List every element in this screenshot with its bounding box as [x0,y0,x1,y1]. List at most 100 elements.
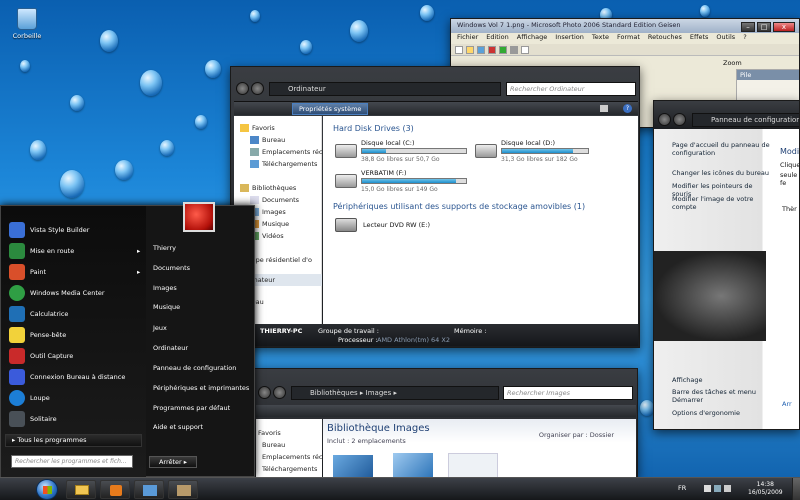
zoom-control[interactable]: Zoom [723,59,742,67]
menu-texte[interactable]: Texte [592,33,609,44]
sm-calculator[interactable]: Calculatrice [9,306,68,322]
back-button[interactable] [236,82,249,95]
sm-right-control-panel[interactable]: Panneau de configuration [153,364,236,372]
sm-right-help[interactable]: Aide et support [153,423,203,431]
back-button[interactable] [258,386,271,399]
folder-thumbnail[interactable] [448,453,498,477]
nav-favorites[interactable]: Favoris [240,124,275,132]
sm-media-center[interactable]: Windows Media Center [9,285,105,301]
hdd-group-header[interactable]: Hard Disk Drives (3) [333,124,414,133]
menu-affichage[interactable]: Affichage [517,33,548,44]
drive-d[interactable]: Disque local (D:) 31,3 Go libres sur 182… [475,138,615,164]
nav-downloads-label: Téléchargements [262,160,318,168]
dvd-drive[interactable]: Lecteur DVD RW (E:) [335,216,455,236]
cp-see-taskbar[interactable]: Barre des tâches et menu Démarrer [672,388,762,404]
cp-see-ease[interactable]: Options d'ergonomie [672,409,740,417]
nav-videos[interactable]: Vidéos [250,232,284,240]
recent-places-icon [250,148,259,156]
sm-right-music[interactable]: Musique [153,303,180,311]
sm-vista-style-builder[interactable]: Vista Style Builder [9,222,89,238]
view-icon[interactable] [600,105,608,112]
shutdown-button[interactable]: Arrêter ▸ [149,456,197,468]
library-include[interactable]: Inclut : 2 emplacements [327,437,406,445]
chevron-right-icon: ▸ [12,436,16,444]
control-panel-window[interactable]: Panneau de configuration Page d'accueil … [653,100,800,430]
recycle-bin-icon[interactable]: Corbeille [12,8,42,40]
nav-desktop[interactable]: Bureau [250,136,285,144]
maximize-button[interactable]: □ [757,22,771,32]
menu-effets[interactable]: Effets [690,33,709,44]
search-input[interactable]: Rechercher Images [503,386,633,400]
start-search-input[interactable]: Rechercher les programmes et fich... [11,455,133,468]
removable-group-header[interactable]: Périphériques utilisant des supports de … [333,202,585,211]
taskbar-control-panel-button[interactable] [134,480,164,499]
back-button[interactable] [658,113,671,126]
start-button[interactable] [36,479,58,500]
help-icon[interactable]: ? [623,104,632,113]
taskbar-media-player-button[interactable] [100,480,130,499]
library-arrange[interactable]: Organiser par : Dossier [539,431,614,439]
sm-right-default-programs[interactable]: Programmes par défaut [153,404,230,412]
zoom-label: Zoom [723,59,742,67]
system-properties-button[interactable]: Propriétés système [292,103,369,115]
drive-f[interactable]: VERBATIM (F:) 15,0 Go libres sur 149 Go [335,168,475,194]
cp-bg-partial[interactable]: Arr [782,400,792,408]
sm-right-user[interactable]: Thierry [153,244,176,252]
minimize-button[interactable]: – [741,22,755,32]
menu-edition[interactable]: Edition [486,33,509,44]
nav-documents[interactable]: Documents [250,196,299,204]
sm-right-devices[interactable]: Périphériques et imprimantes [153,384,249,392]
menu-help[interactable]: ? [743,33,746,44]
sm-right-games[interactable]: Jeux [153,324,167,332]
cp-see-display[interactable]: Affichage [672,376,703,384]
address-bar[interactable]: Ordinateur [269,82,501,96]
user-picture[interactable] [183,202,215,232]
nav-images[interactable]: Images [250,208,286,216]
cp-link-desktop-icons[interactable]: Changer les icônes du bureau [672,169,770,177]
library-images-window[interactable]: Bibliothèques ▸ Images ▸ Rechercher Imag… [252,368,638,478]
menu-retouches[interactable]: Retouches [648,33,682,44]
sm-solitaire[interactable]: Solitaire [9,411,57,427]
nav-favorites[interactable]: Favoris [258,429,281,437]
search-input[interactable]: Rechercher Ordinateur [506,82,636,96]
sm-remote-desktop[interactable]: Connexion Bureau à distance [9,369,125,385]
network-icon[interactable] [714,485,721,492]
sm-magnifier[interactable]: Loupe [9,390,50,406]
volume-icon[interactable] [724,485,731,492]
forward-button[interactable] [251,82,264,95]
sm-right-computer[interactable]: Ordinateur [153,344,188,352]
sm-getting-started[interactable]: Mise en route ▸ [9,243,140,259]
explorer-computer-window[interactable]: Ordinateur Rechercher Ordinateur Proprié… [230,66,640,348]
drive-c[interactable]: Disque local (C:) 38,8 Go libres sur 50,… [335,138,475,164]
sm-sticky-notes[interactable]: Pense-bête [9,327,66,343]
language-indicator[interactable]: FR [678,484,686,492]
address-bar[interactable]: Bibliothèques ▸ Images ▸ [291,386,499,400]
menu-format[interactable]: Format [617,33,640,44]
nav-libraries[interactable]: Bibliothèques [240,184,296,192]
show-desktop-button[interactable] [792,478,800,500]
menu-outils[interactable]: Outils [716,33,735,44]
clock[interactable]: 14:38 16/05/2009 [748,481,783,497]
all-programs-button[interactable]: ▸ Tous les programmes [5,434,142,447]
taskbar-explorer-button[interactable] [66,480,96,499]
close-button[interactable]: x [773,22,795,32]
taskbar-photo-button[interactable] [168,480,198,499]
sm-snipping-tool[interactable]: Outil Capture [9,348,73,364]
flag-icon[interactable] [704,485,711,492]
nav-desktop[interactable]: Bureau [262,441,285,449]
cp-link-account-picture[interactable]: Modifier l'image de votre compte [672,195,770,211]
nav-music[interactable]: Musique [250,220,289,228]
cp-link-home[interactable]: Page d'accueil du panneau de configurati… [672,141,770,157]
menu-insertion[interactable]: Insertion [555,33,584,44]
folder-thumbnail[interactable] [393,453,433,477]
sm-right-images[interactable]: Images [153,284,177,292]
folder-thumbnail[interactable] [333,455,373,477]
address-bar[interactable]: Panneau de configuration [692,113,799,127]
forward-button[interactable] [673,113,686,126]
menu-fichier[interactable]: Fichier [457,33,478,44]
forward-button[interactable] [273,386,286,399]
sm-right-documents[interactable]: Documents [153,264,190,272]
nav-downloads[interactable]: Téléchargements [250,160,317,168]
sm-paint[interactable]: Paint ▸ [9,264,140,280]
nav-downloads[interactable]: Téléchargements [262,465,317,473]
